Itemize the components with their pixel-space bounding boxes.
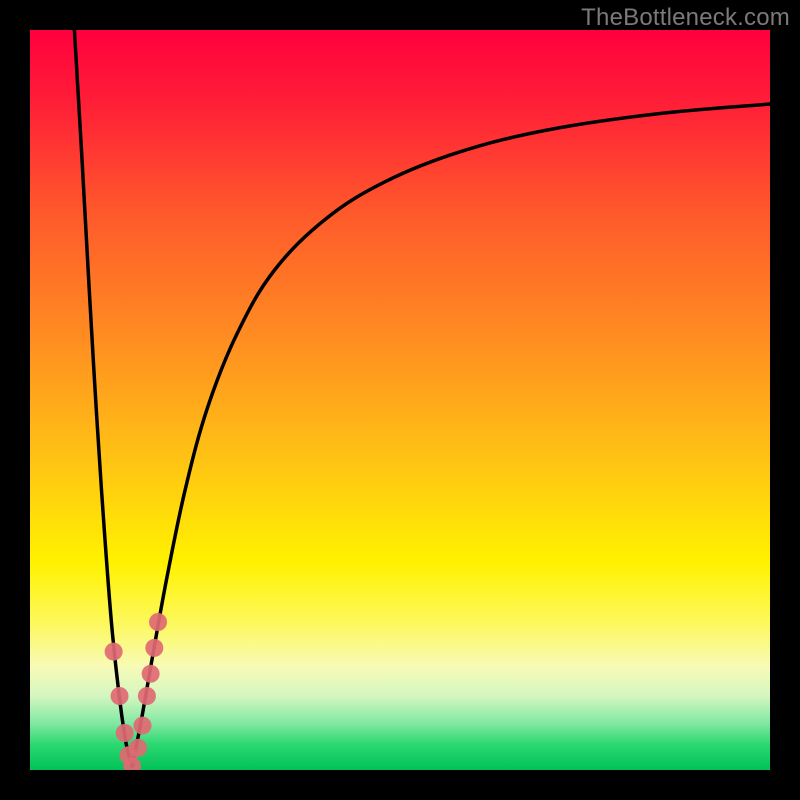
attribution-watermark: TheBottleneck.com — [581, 4, 790, 32]
highlight-marker — [105, 643, 123, 661]
highlight-marker — [138, 687, 156, 705]
highlight-marker — [116, 724, 134, 742]
highlight-marker — [145, 639, 163, 657]
highlight-marker — [111, 687, 129, 705]
plot-area — [30, 30, 770, 770]
curve-layer — [30, 30, 770, 770]
highlight-marker — [133, 717, 151, 735]
chart-frame: TheBottleneck.com — [0, 0, 800, 800]
highlight-marker — [142, 665, 160, 683]
highlight-marker — [149, 613, 167, 631]
curve-left-branch — [74, 30, 132, 766]
highlight-marker — [129, 739, 147, 757]
curve-right-branch — [132, 104, 770, 766]
